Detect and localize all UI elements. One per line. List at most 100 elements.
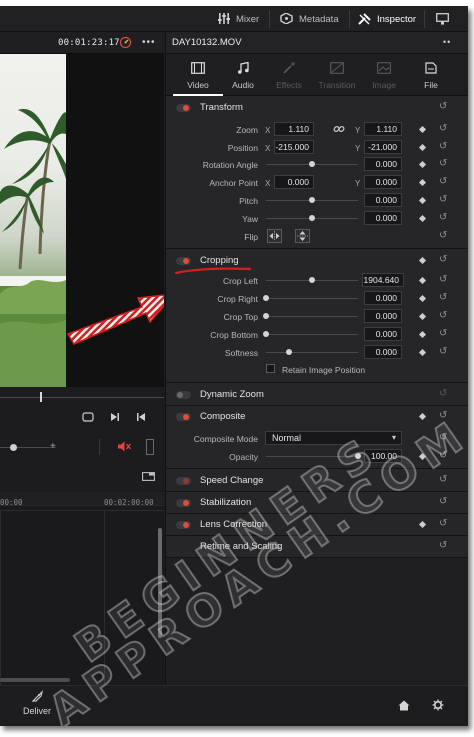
keyframe-diamond-icon[interactable]: [418, 214, 427, 223]
position-x-field[interactable]: -215.000: [274, 140, 314, 154]
tab-audio[interactable]: Audio: [218, 54, 268, 96]
reset-icon[interactable]: ↺: [439, 541, 447, 551]
retain-image-position-checkbox[interactable]: [266, 364, 275, 373]
mixer-button[interactable]: Mixer: [217, 6, 259, 32]
metadata-button[interactable]: Metadata: [280, 6, 339, 32]
composite-toggle[interactable]: [176, 413, 191, 421]
cropping-toggle[interactable]: [176, 257, 191, 265]
keyframe-diamond-icon[interactable]: [418, 143, 427, 152]
keyframe-diamond-icon[interactable]: [418, 330, 427, 339]
softness-slider-knob[interactable]: [286, 349, 292, 355]
flip-horizontal-icon[interactable]: [267, 229, 282, 243]
stabilization-toggle[interactable]: [176, 499, 191, 507]
keyframe-diamond-icon[interactable]: [418, 520, 427, 529]
playhead-marker[interactable]: [40, 392, 42, 402]
reset-icon[interactable]: ↺: [439, 311, 447, 321]
anchor-x-field[interactable]: 0.000: [274, 175, 314, 189]
home-icon[interactable]: [398, 700, 410, 713]
transform-section-header[interactable]: Transform ↺: [166, 98, 468, 118]
viewer-options-icon[interactable]: •••: [142, 37, 156, 48]
reset-icon[interactable]: ↺: [439, 124, 447, 134]
composite-section-header[interactable]: Composite ↺: [166, 407, 468, 427]
tab-file[interactable]: File: [406, 54, 456, 96]
reset-icon[interactable]: ↺: [439, 142, 447, 152]
reset-icon[interactable]: ↺: [439, 159, 447, 169]
transform-toggle[interactable]: [176, 104, 191, 112]
crop-top-field[interactable]: 0.000: [364, 309, 402, 323]
inspector-button[interactable]: Inspector: [358, 6, 416, 32]
crop-bottom-slider[interactable]: [266, 334, 358, 335]
reset-icon[interactable]: ↺: [439, 519, 447, 529]
reset-icon[interactable]: ↺: [439, 293, 447, 303]
annotation-red-arrow: [66, 293, 176, 345]
crop-right-slider-knob[interactable]: [263, 295, 269, 301]
dynamic-zoom-section-header[interactable]: Dynamic Zoom ↺: [166, 385, 468, 405]
keyframe-diamond-icon[interactable]: [418, 348, 427, 357]
flip-vertical-icon[interactable]: [295, 229, 310, 243]
reset-icon[interactable]: ↺: [439, 275, 447, 285]
tab-transition[interactable]: Transition: [312, 54, 362, 96]
keyframe-diamond-icon[interactable]: [418, 178, 427, 187]
rotation-slider-knob[interactable]: [309, 161, 315, 167]
audio-meter-icon[interactable]: [146, 439, 154, 455]
lens-correction-toggle[interactable]: [176, 521, 191, 529]
keyframe-diamond-icon[interactable]: [418, 196, 427, 205]
reset-icon[interactable]: ↺: [439, 177, 447, 187]
full-screen-button[interactable]: [436, 6, 449, 32]
yaw-slider-knob[interactable]: [309, 215, 315, 221]
crop-top-slider[interactable]: [266, 316, 358, 317]
reset-icon[interactable]: ↺: [439, 347, 447, 357]
anchor-y-field[interactable]: 0.000: [364, 175, 402, 189]
speed-change-toggle[interactable]: [176, 477, 191, 485]
crop-left-field[interactable]: 1904.640: [362, 273, 404, 287]
last-frame-icon[interactable]: [136, 412, 146, 424]
reset-icon[interactable]: ↺: [439, 389, 447, 399]
keyframe-diamond-icon[interactable]: [418, 256, 427, 265]
inspector-options-icon[interactable]: ••: [443, 37, 451, 47]
dynamic-zoom-toggle[interactable]: [176, 391, 191, 399]
gear-icon[interactable]: [432, 699, 444, 713]
zoom-slider-knob[interactable]: [10, 444, 17, 451]
zoom-y-field[interactable]: 1.110: [364, 122, 402, 136]
yaw-field[interactable]: 0.000: [364, 211, 402, 225]
reset-icon[interactable]: ↺: [439, 255, 447, 265]
softness-field[interactable]: 0.000: [364, 345, 402, 359]
tab-effects[interactable]: Effects: [264, 54, 314, 96]
jog-bar[interactable]: [0, 397, 164, 398]
reset-icon[interactable]: ↺: [439, 213, 447, 223]
crop-bottom-field[interactable]: 0.000: [364, 327, 402, 341]
reset-icon[interactable]: ↺: [439, 195, 447, 205]
crop-top-slider-knob[interactable]: [263, 313, 269, 319]
keyframe-diamond-icon[interactable]: [418, 276, 427, 285]
keyframe-diamond-icon[interactable]: [418, 412, 427, 421]
clip-speed-icon[interactable]: [119, 36, 132, 49]
softness-slider[interactable]: [266, 352, 358, 353]
tab-image[interactable]: Image: [359, 54, 409, 96]
link-icon[interactable]: [333, 123, 345, 137]
keyframe-diamond-icon[interactable]: [418, 312, 427, 321]
crop-right-slider[interactable]: [266, 298, 358, 299]
pitch-slider-knob[interactable]: [309, 197, 315, 203]
next-clip-icon[interactable]: [110, 412, 120, 424]
composite-mode-dropdown[interactable]: Normal ▾: [265, 431, 402, 445]
loop-icon[interactable]: [82, 412, 94, 424]
keyframe-diamond-icon[interactable]: [418, 294, 427, 303]
zoom-slider[interactable]: [0, 447, 56, 448]
crop-right-field[interactable]: 0.000: [364, 291, 402, 305]
reset-icon[interactable]: ↺: [439, 231, 447, 241]
crop-left-slider-knob[interactable]: [309, 277, 315, 283]
reset-icon[interactable]: ↺: [439, 497, 447, 507]
pitch-field[interactable]: 0.000: [364, 193, 402, 207]
timeline-view-options-icon[interactable]: [142, 472, 155, 483]
rotation-field[interactable]: 0.000: [364, 157, 402, 171]
crop-bottom-slider-knob[interactable]: [263, 331, 269, 337]
reset-icon[interactable]: ↺: [439, 329, 447, 339]
mute-speaker-icon[interactable]: [118, 441, 132, 454]
keyframe-diamond-icon[interactable]: [418, 160, 427, 169]
reset-icon[interactable]: ↺: [439, 102, 447, 112]
tab-video[interactable]: Video: [173, 54, 223, 96]
zoom-x-field[interactable]: 1.110: [274, 122, 314, 136]
position-y-field[interactable]: -21.000: [364, 140, 402, 154]
zoom-in-icon[interactable]: +: [50, 441, 56, 452]
keyframe-diamond-icon[interactable]: [418, 125, 427, 134]
